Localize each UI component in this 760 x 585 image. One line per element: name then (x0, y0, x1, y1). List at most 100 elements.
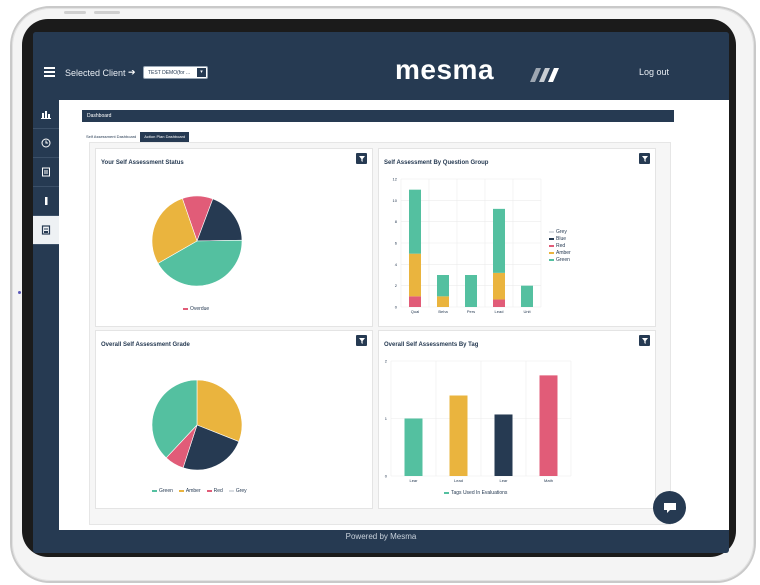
logout-link[interactable]: Log out (639, 67, 669, 77)
y-tick-label: 12 (393, 177, 398, 182)
y-tick-label: 6 (395, 241, 398, 246)
legend-item: Overdue (183, 306, 209, 312)
legend-swatch (178, 489, 184, 492)
app-screen: Selected Client ➔ TEST DEMO(for ... ▾ me… (33, 32, 729, 553)
bar-chart-icon (41, 111, 51, 119)
bar-segment-amber (493, 272, 505, 300)
legend-label: Amber (556, 250, 571, 256)
legend-item-red: Red (549, 243, 571, 250)
chart-legend: Grey Blue Red Amber Green (549, 229, 571, 264)
chart-legend: Green Amber Red Grey (152, 488, 247, 494)
x-tick-label: Unit (523, 309, 531, 314)
legend-item-blue: Blue (549, 236, 571, 243)
bookmark-icon (45, 197, 48, 205)
legend-label: Overdue (190, 306, 210, 312)
dashboard-header: Dashboard (82, 110, 674, 122)
hamburger-menu-icon[interactable] (44, 67, 55, 77)
legend-item-amber: Amber (549, 250, 571, 257)
sidebar-item-dashboard[interactable] (33, 100, 59, 129)
main-content: Dashboard Self Assessment Dashboard Acti… (59, 100, 729, 530)
camera-dot (18, 291, 21, 294)
legend-label: Grey (235, 488, 247, 494)
sidebar-item-bookmark[interactable] (33, 187, 59, 216)
clock-icon (41, 138, 51, 148)
bar-segment-green (493, 208, 505, 273)
bar (404, 418, 423, 476)
sidebar (33, 100, 59, 530)
pie-chart-grade (151, 379, 243, 471)
legend-label: Grey (556, 229, 567, 235)
x-tick-label: Qual (411, 309, 420, 314)
y-tick-label: 2 (385, 359, 388, 364)
legend-label: Green (556, 257, 570, 263)
chat-bubble-icon (663, 502, 676, 513)
pie-chart-status (151, 195, 243, 287)
y-tick-label: 0 (385, 474, 388, 479)
legend-label: Red (213, 488, 223, 494)
bar-chart-question-group: 0 2 4 6 8 10 12 Qual Beha Pers Lead Unit (393, 177, 542, 314)
tab-action-plan-dashboard[interactable]: Action Plan Dashboard (140, 132, 190, 142)
legend-swatch (183, 307, 188, 310)
filter-button[interactable] (356, 335, 367, 346)
legend-swatch (152, 489, 157, 492)
legend-label: Tags Used In Evaluations (451, 490, 508, 496)
bar (449, 395, 468, 476)
card-title: Your Self Assessment Status (101, 160, 184, 166)
legend-item: Tags Used In Evaluations (444, 490, 507, 496)
legend-swatch (228, 489, 234, 492)
legend-swatch (206, 489, 212, 492)
x-tick-label: Pers (467, 309, 475, 314)
logo-text: mesma (395, 54, 495, 85)
legend-swatch (549, 237, 554, 240)
legend-item-amber: Amber (178, 488, 201, 494)
bar-segment-amber (409, 253, 421, 297)
footer-powered-by: Powered by Mesma (345, 532, 417, 541)
legend-label: Red (556, 243, 566, 249)
x-tick-label: Lear (409, 478, 418, 483)
filter-icon (358, 337, 365, 344)
filter-icon (358, 155, 365, 162)
legend-swatch (549, 251, 554, 254)
top-bar: Selected Client ➔ TEST DEMO(for ... ▾ me… (33, 32, 729, 100)
sidebar-item-history[interactable] (33, 129, 59, 158)
chat-button[interactable] (653, 491, 686, 524)
legend-item-grey: Grey (228, 488, 247, 494)
filter-button[interactable] (356, 153, 367, 164)
bar-chart-by-tag: 0 1 2 Lear Lead Lear Math (385, 359, 572, 483)
card-question-group: Self Assessment By Question Group 024681… (378, 148, 656, 327)
y-tick-label: 0 (395, 305, 398, 310)
bar (494, 414, 513, 476)
card-self-assessment-status: Your Self Assessment Status Overdue (95, 148, 373, 327)
logo-marks-icon (530, 68, 559, 82)
dashboard-tabs: Self Assessment Dashboard Action Plan Da… (82, 132, 190, 142)
y-tick-label: 2 (395, 283, 398, 288)
y-tick-label: 1 (385, 416, 388, 421)
arrow-right-icon: ➔ (128, 67, 136, 77)
book-icon (41, 225, 51, 235)
y-tick-label: 4 (395, 262, 398, 267)
bar (539, 375, 558, 476)
selected-client-label: Selected Client (65, 68, 126, 78)
legend-swatch (444, 491, 449, 494)
legend-label: Amber (185, 488, 201, 494)
legend-item-green: Green (549, 257, 571, 264)
legend-label: Blue (556, 236, 567, 242)
card-assessments-by-tag: Overall Self Assessments By Tag 0 1 2 Lear L… (378, 330, 656, 509)
bar-segment-green (465, 275, 477, 307)
chevron-down-icon[interactable]: ▾ (197, 68, 206, 77)
bar-segment-amber (437, 296, 449, 307)
sidebar-item-book[interactable] (33, 216, 59, 245)
tab-self-assessment-dashboard[interactable]: Self Assessment Dashboard (82, 132, 141, 142)
client-select[interactable]: TEST DEMO(for ... ▾ (143, 66, 208, 79)
legend-swatch (549, 258, 554, 261)
x-tick-label: Lead (454, 478, 463, 483)
bar-segment-green (521, 285, 533, 307)
bar-segment-red (409, 296, 421, 307)
card-self-assessment-grade: Overall Self Assessment Grade Green Ambe… (95, 330, 373, 509)
legend-item-red: Red (206, 488, 223, 494)
y-tick-label: 8 (395, 219, 398, 224)
legend-item-grey: Grey (549, 229, 571, 236)
x-tick-label: Lead (495, 309, 504, 314)
dashboard-panels: Your Self Assessment Status Overdue Self… (89, 142, 671, 525)
sidebar-item-documents[interactable] (33, 158, 59, 187)
